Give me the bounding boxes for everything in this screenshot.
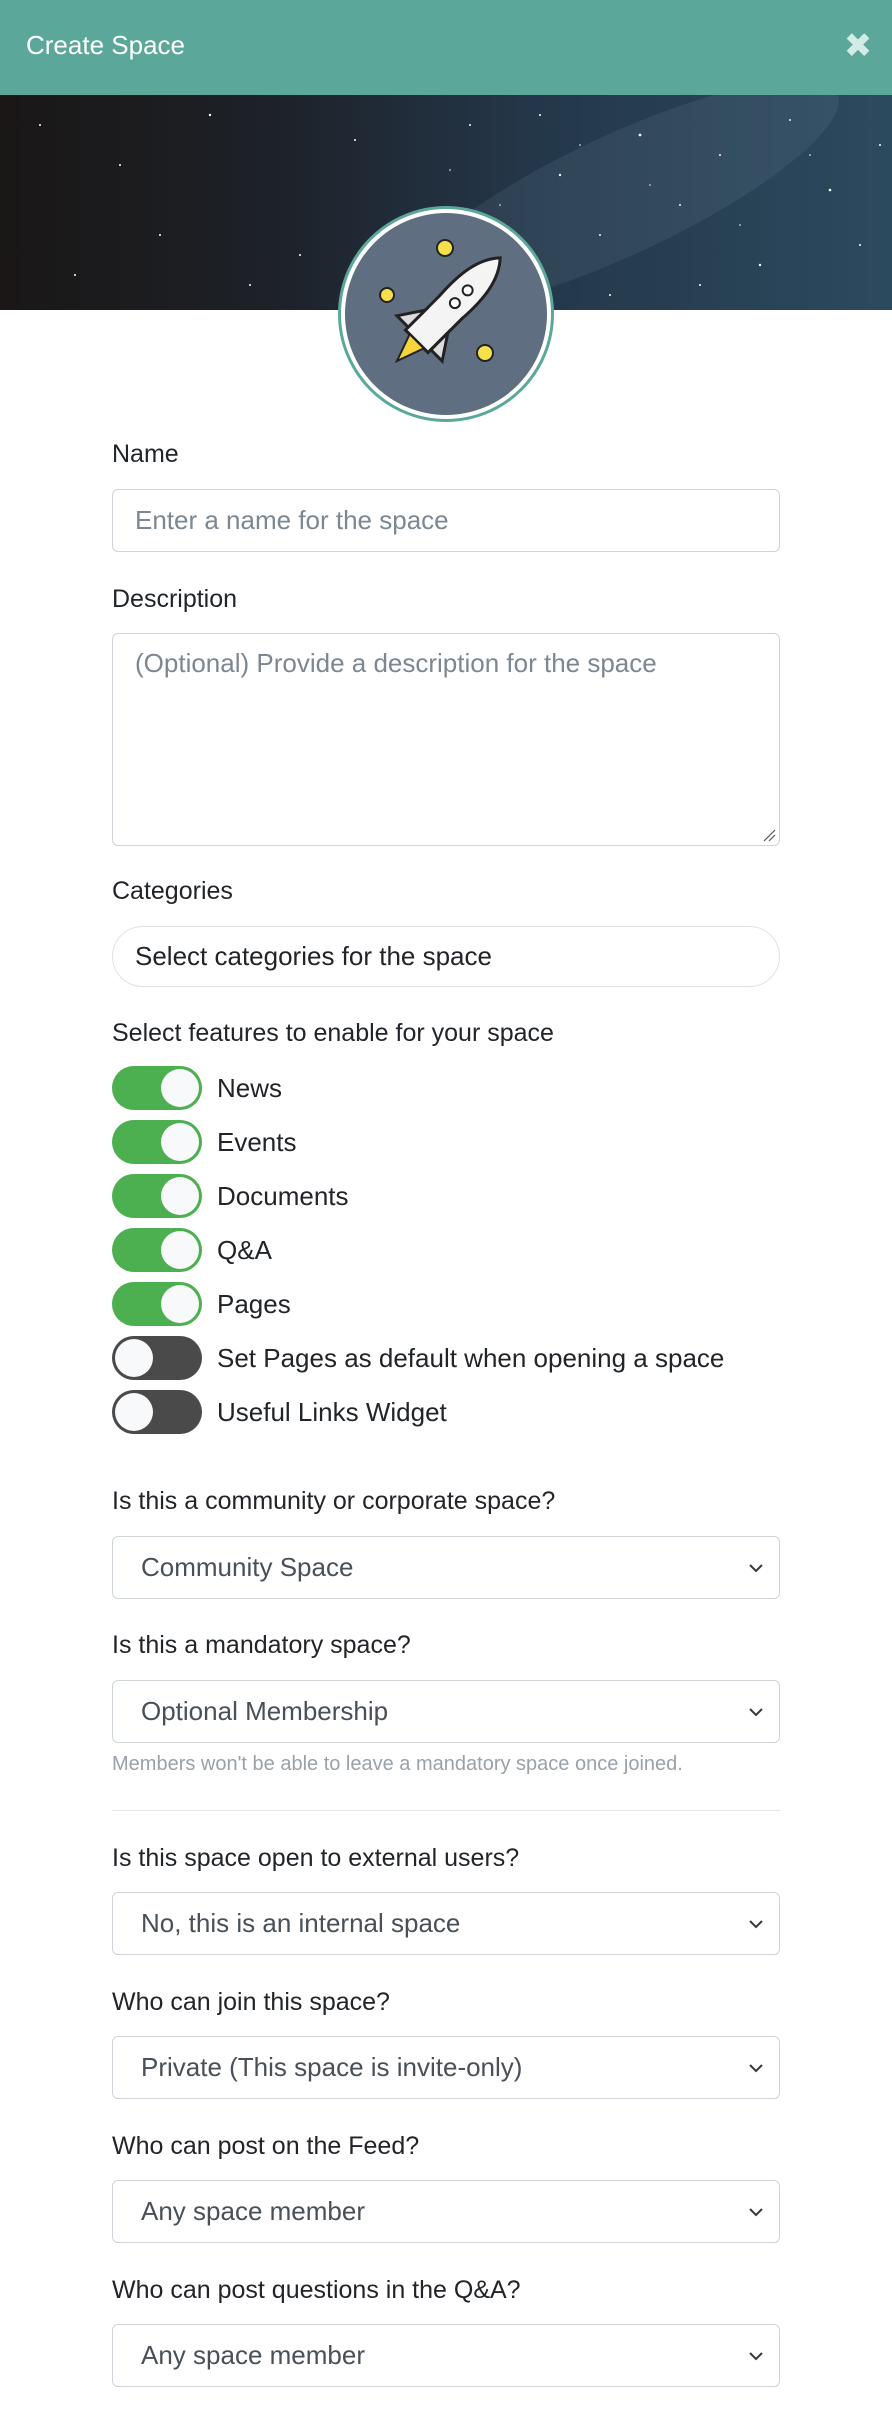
chevron-down-icon: [749, 1708, 763, 1717]
description-textarea[interactable]: (Optional) Provide a description for the…: [112, 633, 780, 846]
chevron-down-icon: [749, 2064, 763, 2073]
categories-label: Categories: [112, 877, 233, 905]
description-placeholder: (Optional) Provide a description for the…: [135, 648, 657, 678]
join-value: Private (This space is invite-only): [141, 2052, 523, 2082]
toggle-switch[interactable]: [112, 1228, 202, 1272]
divider: [112, 1810, 780, 1811]
mandatory-value: Optional Membership: [141, 1696, 389, 1726]
join-label: Who can join this space?: [112, 1988, 390, 2016]
join-select[interactable]: Private (This space is invite-only): [112, 2036, 780, 2099]
toggle-label: Events: [217, 1126, 297, 1157]
toggle-switch[interactable]: [112, 1336, 202, 1380]
toggle-switch[interactable]: [112, 1066, 202, 1110]
toggle-switch[interactable]: [112, 1120, 202, 1164]
name-label: Name: [112, 440, 179, 468]
rocket-icon: [379, 239, 502, 365]
qa-post-value: Any space member: [141, 2340, 365, 2370]
toggle-label: Q&A: [217, 1234, 272, 1265]
toggle-switch[interactable]: [112, 1282, 202, 1326]
external-label: Is this space open to external users?: [112, 1844, 520, 1872]
close-icon[interactable]: ✖: [842, 29, 874, 63]
chevron-down-icon: [749, 2352, 763, 2361]
toggle-switch[interactable]: [112, 1174, 202, 1218]
space-type-label: Is this a community or corporate space?: [112, 1487, 556, 1515]
toggle-label: Pages: [217, 1288, 291, 1319]
feed-post-label: Who can post on the Feed?: [112, 2132, 420, 2160]
description-label: Description: [112, 585, 238, 613]
feed-post-select[interactable]: Any space member: [112, 2180, 780, 2243]
chevron-down-icon: [749, 1564, 763, 1573]
avatar-background: [345, 213, 547, 415]
feature-toggle-pages[interactable]: Pages: [112, 1282, 291, 1326]
feature-toggle-qa[interactable]: Q&A: [112, 1228, 272, 1272]
toggle-switch[interactable]: [112, 1390, 202, 1434]
feature-toggle-pages-default[interactable]: Set Pages as default when opening a spac…: [112, 1336, 724, 1380]
categories-select[interactable]: Select categories for the space: [112, 926, 780, 987]
feature-toggle-events[interactable]: Events: [112, 1120, 297, 1164]
chevron-down-icon: [749, 2208, 763, 2217]
qa-post-select[interactable]: Any space member: [112, 2324, 780, 2387]
external-value: No, this is an internal space: [141, 1908, 461, 1938]
categories-placeholder: Select categories for the space: [135, 941, 492, 971]
qa-post-label: Who can post questions in the Q&A?: [112, 2276, 521, 2304]
chevron-down-icon: [749, 1920, 763, 1929]
toggle-label: Set Pages as default when opening a spac…: [217, 1342, 725, 1373]
toggle-label: Documents: [217, 1180, 349, 1211]
features-label: Select features to enable for your space: [112, 1019, 554, 1047]
modal-title: Create Space: [26, 30, 185, 60]
modal-header: Create Space ✖: [0, 0, 892, 95]
mandatory-help-text: Members won't be able to leave a mandato…: [112, 1753, 683, 1775]
name-input[interactable]: Enter a name for the space: [112, 489, 780, 552]
feed-post-value: Any space member: [141, 2196, 365, 2226]
resize-grip-icon[interactable]: [762, 828, 776, 842]
feature-toggle-documents[interactable]: Documents: [112, 1174, 349, 1218]
mandatory-label: Is this a mandatory space?: [112, 1631, 411, 1659]
space-type-select[interactable]: Community Space: [112, 1536, 780, 1599]
feature-toggle-useful-links[interactable]: Useful Links Widget: [112, 1390, 447, 1434]
name-input-placeholder: Enter a name for the space: [135, 505, 449, 535]
feature-toggle-news[interactable]: News: [112, 1066, 282, 1110]
space-type-value: Community Space: [141, 1552, 354, 1582]
mandatory-select[interactable]: Optional Membership: [112, 1680, 780, 1743]
space-avatar[interactable]: [338, 206, 554, 422]
toggle-label: Useful Links Widget: [217, 1396, 447, 1427]
external-select[interactable]: No, this is an internal space: [112, 1892, 780, 1955]
toggle-label: News: [217, 1072, 283, 1103]
